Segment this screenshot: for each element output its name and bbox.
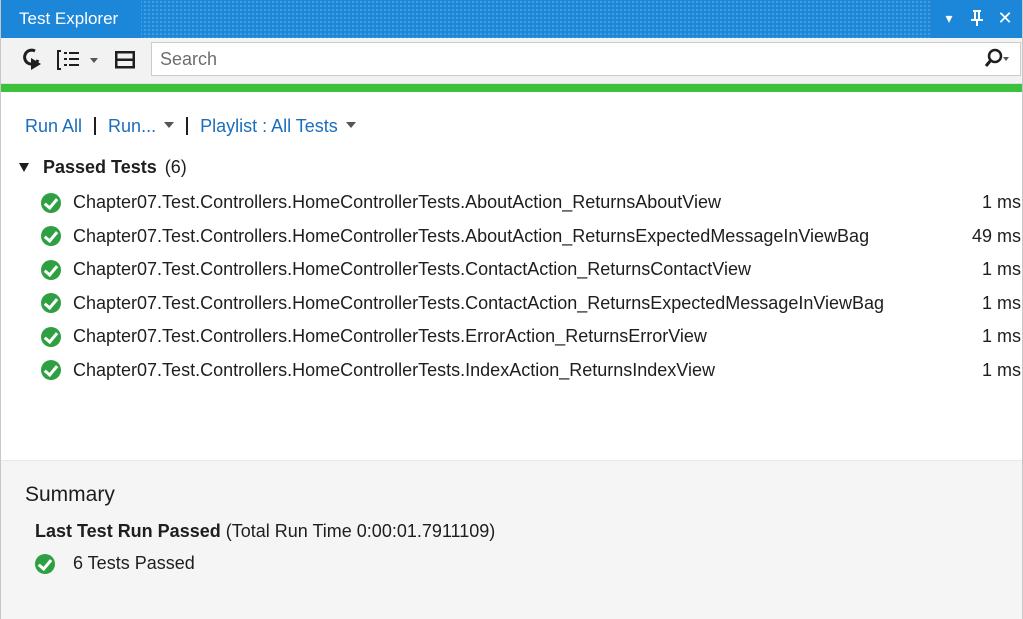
test-duration: 1 ms [981,192,1021,212]
test-row[interactable]: Chapter07.Test.Controllers.HomeControlle… [41,354,1021,388]
test-name: Chapter07.Test.Controllers.HomeControlle… [73,359,715,380]
title-bar: Test Explorer ▾ ✕ [1,0,1022,38]
search-icon[interactable] [984,48,1010,75]
pin-icon[interactable] [966,7,988,32]
run-all-link[interactable]: Run All [25,116,82,137]
test-list: Chapter07.Test.Controllers.HomeControlle… [41,186,1021,387]
test-name: Chapter07.Test.Controllers.HomeControlle… [73,326,707,347]
passed-count-label: 6 Tests Passed [73,553,195,573]
last-run-status: Last Test Run Passed (Total Run Time 0:0… [35,521,495,542]
passed-check-icon [41,259,61,280]
dropdown-icon[interactable] [89,52,99,76]
summary-panel: Summary Last Test Run Passed (Total Run … [1,460,1022,619]
search-box [151,42,1021,76]
test-duration: 1 ms [981,259,1021,279]
collapse-triangle-icon[interactable] [19,163,29,172]
playlist-label: Playlist : All Tests [200,115,338,136]
chevron-down-icon [164,121,175,128]
test-duration: 49 ms [971,225,1021,246]
test-row[interactable]: Chapter07.Test.Controllers.HomeControlle… [41,220,1021,254]
test-row[interactable]: Chapter07.Test.Controllers.HomeControlle… [41,287,1021,321]
passed-check-icon [41,293,61,314]
passed-check-icon [35,553,55,574]
run-label: Run... [108,115,157,136]
close-icon[interactable]: ✕ [994,7,1016,29]
passed-tests-group[interactable]: Passed Tests (6) [19,157,187,178]
command-bar: Run All Run... Playlist : All Tests [25,113,356,139]
test-duration: 1 ms [981,292,1021,313]
group-by-icon[interactable] [57,48,83,72]
passed-check-icon [41,326,61,347]
window-title: Test Explorer [19,9,119,28]
toolbar [1,38,1022,84]
test-row[interactable]: Chapter07.Test.Controllers.HomeControlle… [41,320,1021,354]
test-name: Chapter07.Test.Controllers.HomeControlle… [73,225,870,246]
test-explorer-window: Test Explorer ▾ ✕ Search Run All Run... … [0,0,1023,619]
separator [186,117,189,135]
test-name: Chapter07.Test.Controllers.HomeControlle… [73,192,721,213]
search-input[interactable] [160,48,940,70]
test-name: Chapter07.Test.Controllers.HomeControlle… [73,259,751,280]
window-menu-icon[interactable]: ▾ [938,7,960,29]
passed-check-icon [41,360,61,381]
chevron-down-icon [345,121,356,128]
test-name: Chapter07.Test.Controllers.HomeControlle… [73,292,885,313]
playlist-dropdown[interactable]: Playlist : All Tests [200,116,356,137]
run-dropdown[interactable]: Run... [108,115,175,137]
passed-check-icon [41,226,61,247]
test-duration: 1 ms [981,359,1021,380]
test-progress-bar [1,84,1022,92]
summary-title: Summary [25,483,115,506]
separator [94,117,97,135]
list-view-icon[interactable] [113,48,137,72]
group-count: (6) [164,157,187,177]
passed-check-icon [41,192,61,213]
test-row[interactable]: Chapter07.Test.Controllers.HomeControlle… [41,186,1021,220]
progress-fill [1,84,1022,92]
test-duration: 1 ms [981,326,1021,346]
test-row[interactable]: Chapter07.Test.Controllers.HomeControlle… [41,253,1021,287]
last-run-detail: (Total Run Time 0:00:01.7911109) [225,521,496,541]
group-title: Passed Tests [43,157,157,177]
passed-count-link[interactable]: 6 Tests Passed [35,553,195,574]
last-run-label: Last Test Run Passed [35,521,221,541]
run-tests-icon[interactable] [21,48,45,72]
